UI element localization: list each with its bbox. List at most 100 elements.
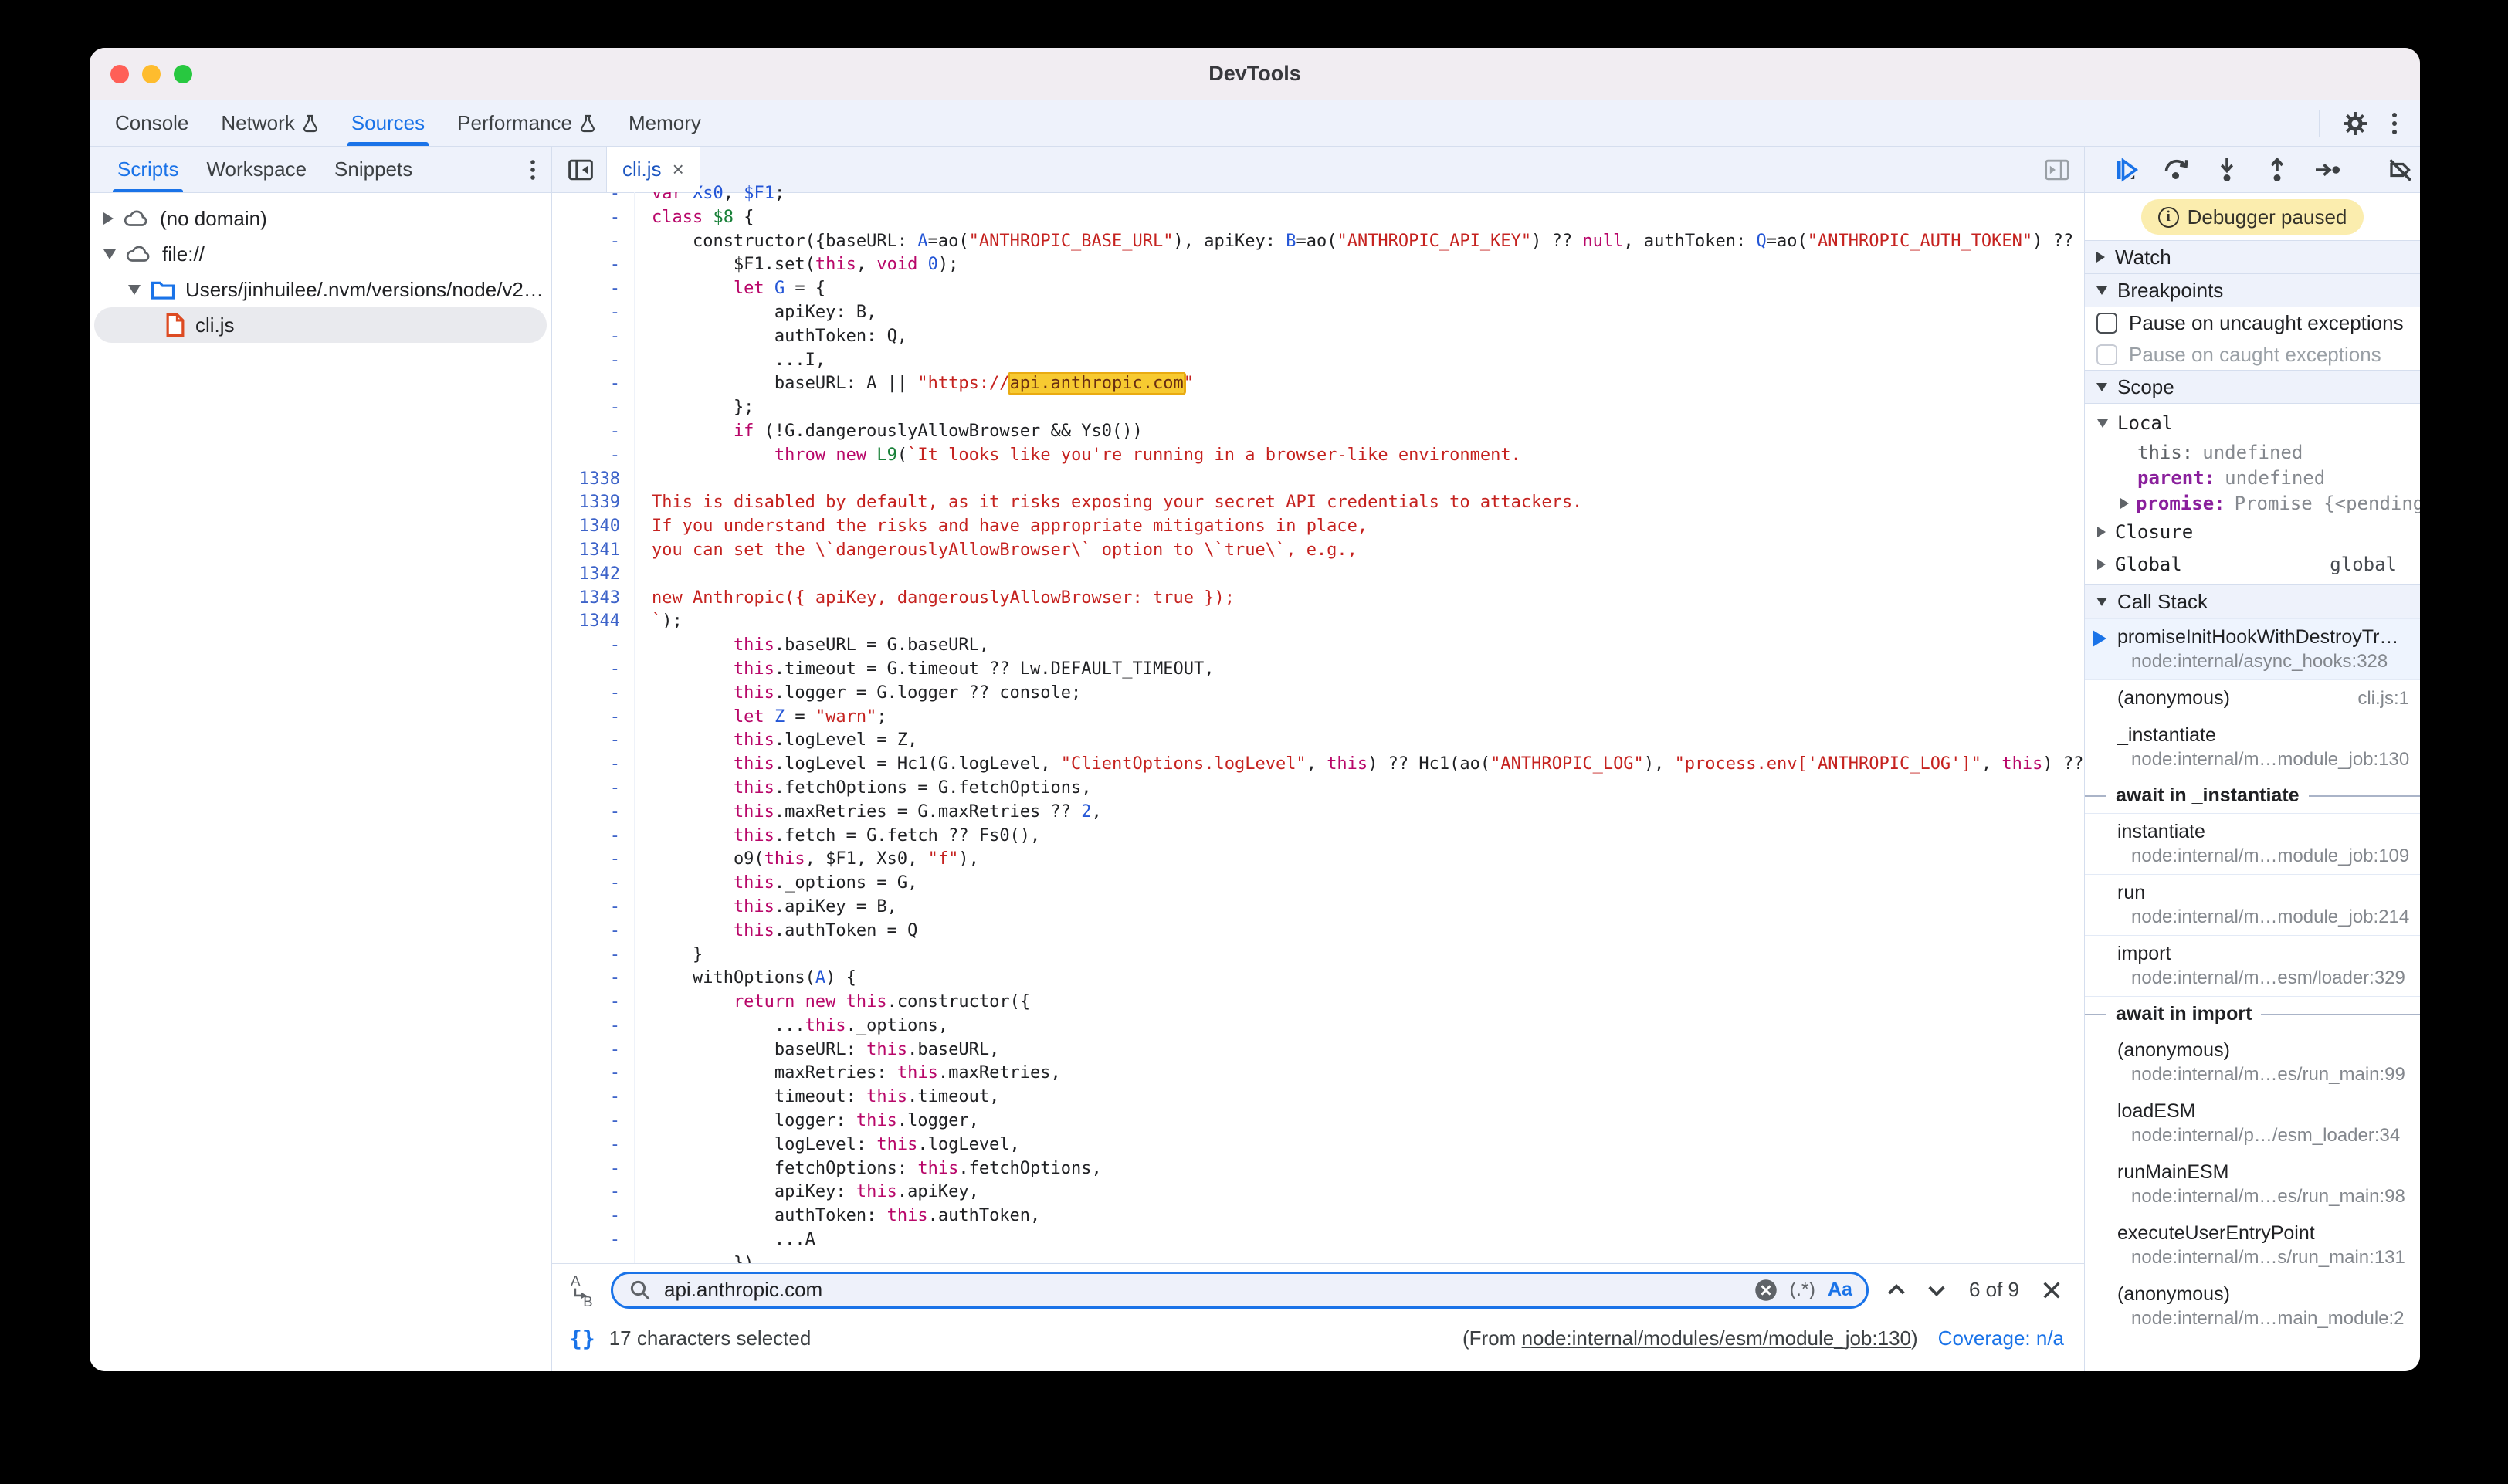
gutter-marker[interactable]: -	[552, 253, 634, 277]
gutter-marker[interactable]: -	[552, 277, 634, 301]
code-text[interactable]: This is disabled by default, as it risks…	[634, 491, 2084, 515]
gutter-marker[interactable]: -	[552, 1038, 634, 1062]
code-text[interactable]: this._options = G,	[634, 872, 2084, 896]
gutter-marker[interactable]: -	[552, 206, 634, 230]
section-breakpoints[interactable]: Breakpoints	[2085, 273, 2420, 307]
tab-sources[interactable]: Sources	[335, 100, 441, 146]
code-text[interactable]: this.maxRetries = G.maxRetries ?? 2,	[634, 801, 2084, 825]
code-line[interactable]: -this.baseURL = G.baseURL,	[552, 634, 2084, 658]
call-stack-frame[interactable]: promiseInitHookWithDestroyTr…node:intern…	[2085, 619, 2420, 680]
code-line[interactable]: -authToken: this.authToken,	[552, 1204, 2084, 1228]
code-text[interactable]: this.logLevel = Hc1(G.logLevel, "ClientO…	[634, 753, 2084, 777]
chevron-right-icon[interactable]	[103, 212, 114, 225]
call-stack-frame[interactable]: (anonymous)cli.js:1	[2085, 680, 2420, 717]
code-line[interactable]: -class $8 {	[552, 206, 2084, 230]
call-stack-frame[interactable]: executeUserEntryPointnode:internal/m…s/r…	[2085, 1215, 2420, 1276]
tree-item-folder[interactable]: Users/jinhuilee/.nvm/versions/node/v2…	[94, 272, 547, 307]
gutter-marker[interactable]: 1339	[552, 491, 634, 515]
code-text[interactable]: If you understand the risks and have app…	[634, 515, 2084, 539]
gutter-marker[interactable]: -	[552, 634, 634, 658]
tree-item-no-domain[interactable]: (no domain)	[94, 201, 547, 236]
code-line[interactable]: 1339This is disabled by default, as it r…	[552, 491, 2084, 515]
gutter-marker[interactable]: -	[552, 230, 634, 254]
code-text[interactable]: apiKey: B,	[634, 301, 2084, 325]
gutter-marker[interactable]: -	[552, 1062, 634, 1086]
pause-on-uncaught-row[interactable]: Pause on uncaught exceptions	[2085, 307, 2420, 339]
code-text[interactable]: o9(this, $F1, Xs0, "f"),	[634, 848, 2084, 872]
gutter-marker[interactable]: -	[552, 349, 634, 373]
code-line[interactable]: -apiKey: this.apiKey,	[552, 1181, 2084, 1204]
code-text[interactable]: this.authToken = Q	[634, 920, 2084, 944]
code-line[interactable]: -this.apiKey = B,	[552, 896, 2084, 920]
search-query[interactable]: api.anthropic.com	[664, 1278, 1742, 1302]
code-line[interactable]: -};	[552, 396, 2084, 420]
code-line[interactable]: -this.fetchOptions = G.fetchOptions,	[552, 777, 2084, 801]
code-text[interactable]: withOptions(A) {	[634, 967, 2084, 991]
code-text[interactable]: you can set the \`dangerouslyAllowBrowse…	[634, 539, 2084, 563]
gutter-marker[interactable]: -	[552, 1133, 634, 1157]
toggle-sidebar-icon[interactable]	[2044, 158, 2070, 182]
code-text[interactable]	[634, 563, 2084, 587]
code-line[interactable]: -if (!G.dangerouslyAllowBrowser && Ys0()…	[552, 420, 2084, 444]
call-stack-frame[interactable]: _instantiatenode:internal/m…module_job:1…	[2085, 717, 2420, 778]
pretty-print-icon[interactable]: {}	[569, 1326, 595, 1351]
call-stack-frame[interactable]: (anonymous)node:internal/m…es/run_main:9…	[2085, 1032, 2420, 1093]
code-line[interactable]: -logger: this.logger,	[552, 1110, 2084, 1133]
gutter-marker[interactable]: 1341	[552, 539, 634, 563]
pause-on-caught-row[interactable]: Pause on caught exceptions	[2085, 339, 2420, 371]
code-line[interactable]: -timeout: this.timeout,	[552, 1086, 2084, 1110]
code-text[interactable]: this.apiKey = B,	[634, 896, 2084, 920]
code-line[interactable]: -this.logLevel = Hc1(G.logLevel, "Client…	[552, 753, 2084, 777]
gutter-marker[interactable]: -	[552, 825, 634, 849]
code-line[interactable]: -this.logLevel = Z,	[552, 729, 2084, 753]
code-text[interactable]: logLevel: this.logLevel,	[634, 1133, 2084, 1157]
code-text[interactable]: let Z = "warn";	[634, 706, 2084, 730]
scope-closure[interactable]: Closure	[2085, 516, 2420, 548]
close-window-button[interactable]	[110, 65, 129, 83]
chevron-down-icon[interactable]	[128, 285, 141, 295]
gear-icon[interactable]	[2341, 110, 2369, 137]
code-line[interactable]: -...I,	[552, 349, 2084, 373]
step-over-icon[interactable]	[2163, 156, 2191, 184]
gutter-marker[interactable]: -	[552, 1110, 634, 1133]
call-stack-frame[interactable]: importnode:internal/m…esm/loader:329	[2085, 936, 2420, 997]
tab-performance[interactable]: Performance	[441, 100, 612, 146]
code-line[interactable]: -...this._options,	[552, 1015, 2084, 1038]
code-text[interactable]: fetchOptions: this.fetchOptions,	[634, 1157, 2084, 1181]
chevron-right-icon[interactable]	[2120, 498, 2129, 509]
code-lines[interactable]: -var Xs0, $F1;-class $8 {-constructor({b…	[552, 182, 2084, 1263]
call-stack-frame[interactable]: loadESMnode:internal/p…/esm_loader:34	[2085, 1093, 2420, 1154]
gutter-marker[interactable]: -	[552, 777, 634, 801]
gutter-marker[interactable]: 1342	[552, 563, 634, 587]
gutter-marker[interactable]: 1338	[552, 468, 634, 492]
tab-memory[interactable]: Memory	[612, 100, 717, 146]
zoom-window-button[interactable]	[174, 65, 192, 83]
code-text[interactable]: timeout: this.timeout,	[634, 1086, 2084, 1110]
gutter-marker[interactable]: -	[552, 872, 634, 896]
code-line[interactable]: -this.authToken = Q	[552, 920, 2084, 944]
code-text[interactable]: }	[634, 944, 2084, 967]
code-line[interactable]: -...A	[552, 1228, 2084, 1252]
code-text[interactable]: return new this.constructor({	[634, 991, 2084, 1015]
code-text[interactable]: `);	[634, 610, 2084, 634]
code-line[interactable]: -this._options = G,	[552, 872, 2084, 896]
gutter-marker[interactable]: -	[552, 991, 634, 1015]
section-scope[interactable]: Scope	[2085, 370, 2420, 404]
gutter-marker[interactable]: -	[552, 896, 634, 920]
code-line[interactable]: -}	[552, 944, 2084, 967]
code-text[interactable]: authToken: this.authToken,	[634, 1204, 2084, 1228]
regex-toggle[interactable]: (.*)	[1790, 1279, 1815, 1301]
gutter-marker[interactable]: -	[552, 801, 634, 825]
checkbox[interactable]	[2096, 344, 2117, 365]
code-line[interactable]: -this.logger = G.logger ?? console;	[552, 682, 2084, 706]
code-line[interactable]: 1341you can set the \`dangerouslyAllowBr…	[552, 539, 2084, 563]
search-input[interactable]: api.anthropic.com (.*) Aa	[611, 1272, 1869, 1309]
code-line[interactable]: 1342	[552, 563, 2084, 587]
find-replace-toggle-icon[interactable]: AB	[568, 1273, 595, 1307]
gutter-marker[interactable]: -	[552, 706, 634, 730]
code-line[interactable]: -constructor({baseURL: A=ao("ANTHROPIC_B…	[552, 230, 2084, 254]
code-line[interactable]: -baseURL: A || "https://api.anthropic.co…	[552, 372, 2084, 396]
code-line[interactable]: -throw new L9(`It looks like you're runn…	[552, 444, 2084, 468]
next-result-icon[interactable]	[1924, 1278, 1949, 1303]
gutter-marker[interactable]: -	[552, 301, 634, 325]
